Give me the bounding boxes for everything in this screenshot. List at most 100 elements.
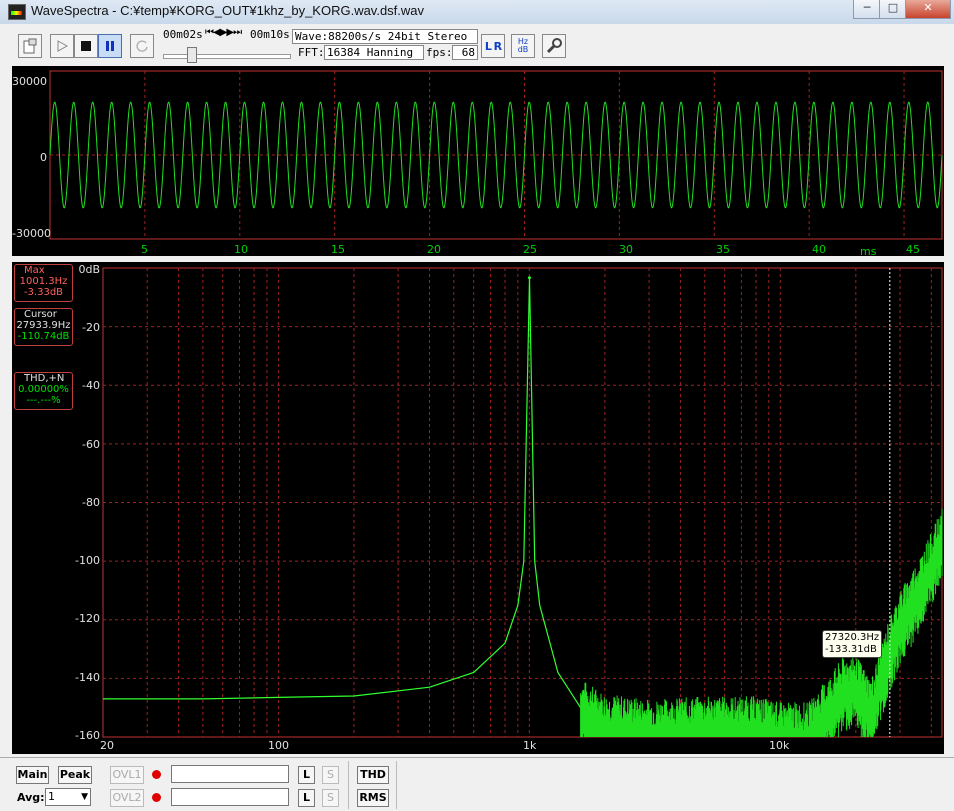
spec-y-tick: -40 <box>82 379 100 392</box>
wave-y-tick: 0 <box>40 151 47 164</box>
wave-x-tick: 45 <box>906 243 920 256</box>
pause-button[interactable] <box>98 34 122 58</box>
waveform-panel: 30000 0 -30000 5 10 15 20 25 30 35 40 ms… <box>12 66 944 258</box>
avg-select[interactable]: 1 ▼ <box>45 788 91 806</box>
max-title: Max <box>24 265 45 276</box>
thdn-value: ---.---% <box>26 395 61 406</box>
settings-button[interactable] <box>542 34 566 58</box>
hz-db-label: Hz dB <box>517 37 529 54</box>
avg-label: Avg: <box>17 791 45 804</box>
pause-icon <box>106 41 114 51</box>
ovl1-save-button[interactable]: S <box>322 766 339 784</box>
minimize-button[interactable]: ─ <box>853 0 881 19</box>
lr-channel-button[interactable]: L R <box>481 34 505 58</box>
main-button[interactable]: Main <box>16 766 49 784</box>
loop-icon <box>136 40 148 52</box>
loop-button[interactable] <box>130 34 154 58</box>
ovl1-name-field[interactable] <box>171 765 289 783</box>
ovl2-name-field[interactable] <box>171 788 289 806</box>
divider <box>348 761 349 809</box>
spec-y-tick: -140 <box>75 671 100 684</box>
thd-value: 0.00000% <box>18 384 69 395</box>
wave-x-tick: 15 <box>331 243 345 256</box>
spec-x-tick: 10k <box>769 739 790 752</box>
cursor-tooltip: 27320.3Hz -133.31dB <box>822 630 883 658</box>
tooltip-level: -133.31dB <box>825 644 877 655</box>
window-title: WaveSpectra - C:¥temp¥KORG_OUT¥1khz_by_K… <box>31 3 425 18</box>
ovl2-button[interactable]: OVL2 <box>110 789 144 807</box>
cursor-readout: Cursor 27933.9Hz -110.74dB <box>14 308 73 346</box>
chevron-down-icon[interactable]: ▼ <box>81 789 88 805</box>
ovl1-load-button[interactable]: L <box>298 766 315 784</box>
ovl2-save-button[interactable]: S <box>322 789 339 807</box>
max-frequency: 1001.3Hz <box>19 276 68 287</box>
record-ovl2-icon[interactable] <box>152 793 161 802</box>
fft-label: FFT: <box>298 46 325 59</box>
ovl2-load-button[interactable]: L <box>298 789 315 807</box>
wave-x-unit: ms <box>860 245 877 258</box>
wave-x-tick: 10 <box>234 243 248 256</box>
spectrum-plot[interactable] <box>12 262 944 754</box>
spectrum-peak-point <box>527 276 531 280</box>
record-ovl1-icon[interactable] <box>152 770 161 779</box>
max-readout: Max 1001.3Hz -3.33dB <box>14 264 73 302</box>
maximize-button[interactable]: □ <box>879 0 907 19</box>
spec-y-tick: -160 <box>75 729 100 742</box>
seek-slider-thumb[interactable] <box>186 47 197 63</box>
spec-y-tick: 0dB <box>78 263 100 276</box>
wave-x-tick: 40 <box>812 243 826 256</box>
rms-button[interactable]: RMS <box>357 789 389 807</box>
fps-value: 68 <box>452 45 478 60</box>
lr-label: L R <box>484 39 502 53</box>
spectrum-panel: 0dB -20 -40 -60 -80 -100 -120 -140 -160 … <box>12 262 944 754</box>
seek-slider-track[interactable] <box>163 54 291 59</box>
open-file-icon <box>23 38 37 54</box>
spec-x-tick: 100 <box>268 739 289 752</box>
ovl1-button[interactable]: OVL1 <box>110 766 144 784</box>
spec-y-tick: -120 <box>75 612 100 625</box>
play-icon <box>57 40 69 52</box>
divider <box>396 761 397 809</box>
wave-y-tick: 30000 <box>12 75 47 88</box>
spec-y-tick: -20 <box>82 321 100 334</box>
peak-button[interactable]: Peak <box>58 766 92 784</box>
stop-icon <box>81 41 91 51</box>
close-button[interactable]: ✕ <box>905 0 951 19</box>
fft-setting[interactable]: 16384 Hanning <box>324 45 424 60</box>
spec-x-tick: 20 <box>100 739 114 752</box>
spec-y-tick: -80 <box>82 496 100 509</box>
thd-title: THD,+N <box>24 373 65 384</box>
wave-y-tick: -30000 <box>12 227 51 240</box>
playback-nav-icons[interactable]: ⏮◀▶▶⏭ <box>205 27 242 38</box>
max-level: -3.33dB <box>23 287 64 298</box>
avg-value: 1 <box>48 790 55 803</box>
cursor-title: Cursor <box>24 309 57 320</box>
wave-format-info: Wave:88200s/s 24bit Stereo <box>292 29 478 44</box>
hz-db-scale-button[interactable]: Hz dB <box>511 34 535 58</box>
spec-x-tick: 1k <box>523 739 537 752</box>
wrench-icon <box>546 38 562 54</box>
wave-x-tick: 20 <box>427 243 441 256</box>
bottom-control-bar: Main Peak OVL1 L S Avg: 1 ▼ OVL2 L S THD… <box>0 757 954 811</box>
spectrum-series <box>103 277 943 732</box>
cursor-level: -110.74dB <box>17 331 70 342</box>
fps-label: fps: <box>426 46 453 59</box>
thd-button[interactable]: THD <box>357 766 389 784</box>
play-button[interactable] <box>50 34 74 58</box>
tooltip-frequency: 27320.3Hz <box>825 632 880 643</box>
app-icon <box>8 4 26 20</box>
spectrum-plot-border <box>102 267 943 738</box>
cursor-frequency: 27933.9Hz <box>16 320 71 331</box>
thd-readout: THD,+N 0.00000% ---.---% <box>14 372 73 410</box>
time-total: 00m10s <box>250 28 290 41</box>
wave-x-tick: 35 <box>716 243 730 256</box>
wave-x-tick: 5 <box>141 243 148 256</box>
spec-y-tick: -60 <box>82 438 100 451</box>
stop-button[interactable] <box>74 34 98 58</box>
wave-x-tick: 30 <box>619 243 633 256</box>
open-file-button[interactable] <box>18 34 42 58</box>
waveform-plot <box>49 70 943 240</box>
time-current: 00m02s <box>163 28 203 41</box>
wave-x-tick: 25 <box>523 243 537 256</box>
spec-y-tick: -100 <box>75 554 100 567</box>
